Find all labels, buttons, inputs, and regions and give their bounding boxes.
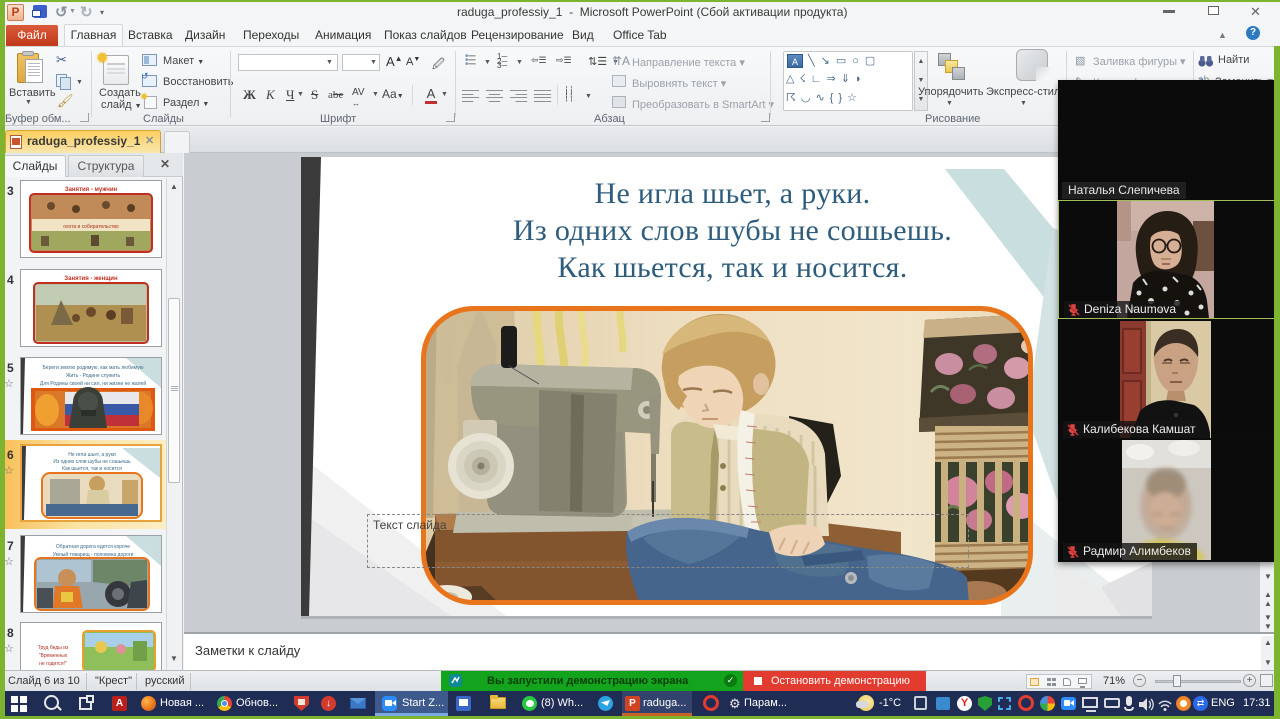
svg-text:Занятия - женщин: Занятия - женщин [64, 276, 118, 282]
svg-text:Труд беды из: Труд беды из [38, 645, 69, 651]
svg-text:Жить - Родине служить: Жить - Родине служить [66, 373, 121, 379]
svg-text:Занятия - мужчин: Занятия - мужчин [65, 187, 118, 193]
svg-text:охота и собирательство: охота и собирательство [63, 224, 119, 230]
svg-text:не годится!": не годится!" [39, 661, 67, 667]
svg-text:Как шьется, так и носится: Как шьется, так и носится [62, 466, 122, 472]
svg-text:Обратная дорога едется короче: Обратная дорога едется короче [56, 544, 130, 550]
svg-text:Из одних слов шубы не сошьешь: Из одних слов шубы не сошьешь [53, 459, 131, 465]
svg-text:Не игла шьет, а руки: Не игла шьет, а руки [68, 452, 116, 458]
svg-text:Для Родины своей ни сил, ни жи: Для Родины своей ни сил, ни жизни не жал… [40, 380, 146, 387]
svg-text:"Временных: "Временных [39, 653, 68, 659]
svg-text:Береги землю родимую, как мать: Береги землю родимую, как мать любимую [43, 365, 144, 371]
svg-text:Умный товарищ - половина дорог: Умный товарищ - половина дороги [53, 551, 134, 558]
